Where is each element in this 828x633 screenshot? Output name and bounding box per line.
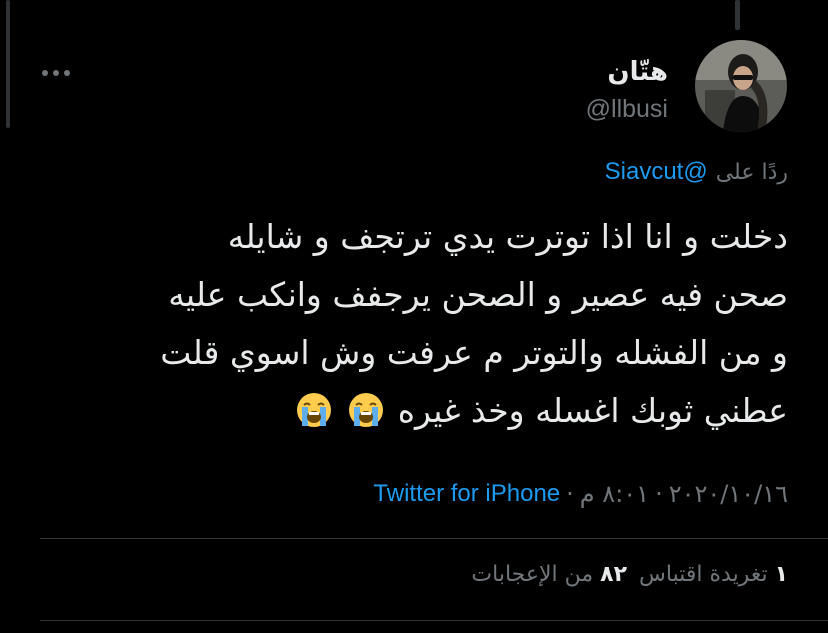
tweet-source-link[interactable]: Twitter for iPhone [373, 480, 560, 508]
divider [40, 620, 828, 621]
more-options-button[interactable] [38, 62, 74, 84]
meta-separator: · [566, 480, 574, 508]
left-edge-bar [6, 0, 10, 128]
scrollbar-thumb[interactable] [735, 0, 740, 30]
author-display-name[interactable]: هتّان [586, 56, 668, 88]
tweet-meta: ٢٠٢٠/١٠/١٦ · ٨:٠١ م · Twitter for iPhone [373, 480, 788, 508]
like-count: ٨٢ [600, 562, 628, 587]
author-info[interactable]: هتّان @llbusi [586, 56, 668, 126]
dot-icon [64, 70, 70, 76]
tweet-text-line: صحن فيه عصير و الصحن يرجفف وانكب عليه [168, 275, 788, 314]
meta-separator: · [655, 480, 663, 508]
avatar[interactable] [695, 40, 787, 132]
tweet-text-line: عطني ثوبك اغسله وخذ غيره [397, 391, 788, 430]
reply-mention-link[interactable]: @Siavcut [605, 158, 708, 186]
tweet-text-line: دخلت و انا اذا توترت يدي ترتجف و شايله [227, 217, 788, 256]
tweet-text-last-line: عطني ثوبك اغسله وخذ غيره [28, 382, 788, 440]
quote-label: تغريدة اقتباس [639, 562, 768, 587]
divider [40, 538, 828, 539]
tweet-stats: ١ تغريدة اقتباس ٨٢ من الإعجابات [471, 562, 788, 587]
dot-icon [42, 70, 48, 76]
tweet-text: دخلت و انا اذا توترت يدي ترتجف و شايله ص… [28, 208, 788, 440]
tweet-text-line: و من الفشله والتوتر م عرفت وش اسوي قلت [160, 333, 788, 372]
avatar-photo-icon [695, 40, 787, 132]
replying-to: ردًا على @Siavcut [605, 158, 788, 186]
tweet-date[interactable]: ٢٠٢٠/١٠/١٦ [669, 480, 788, 508]
dot-icon [53, 70, 59, 76]
author-handle[interactable]: @llbusi [586, 92, 668, 126]
like-label: من الإعجابات [471, 562, 594, 587]
loudly-crying-face-icon [296, 393, 331, 427]
tweet-time[interactable]: ٨:٠١ م [580, 480, 649, 508]
quote-tweets-stat[interactable]: ١ تغريدة اقتباس [639, 562, 788, 587]
loudly-crying-face-icon [349, 393, 384, 427]
replying-to-label: ردًا على [715, 160, 788, 185]
quote-count: ١ [774, 562, 788, 587]
likes-stat[interactable]: ٨٢ من الإعجابات [471, 562, 627, 587]
